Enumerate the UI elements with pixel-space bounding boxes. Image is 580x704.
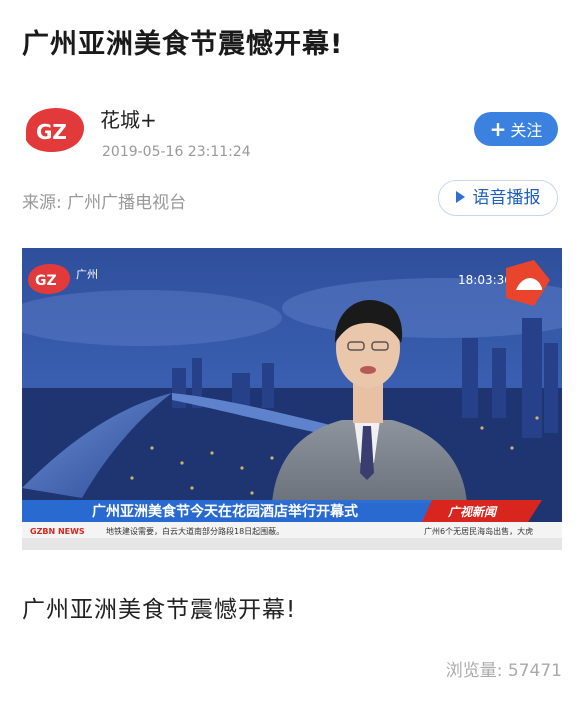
program-name: 广视新闻 bbox=[447, 505, 498, 519]
logo-text: GZ bbox=[36, 120, 67, 144]
news-video[interactable]: GZ 广州 18:03:36 广州亚洲美食节今天在花园酒店举行开幕式 广视新闻 … bbox=[22, 248, 562, 550]
voice-broadcast-button[interactable]: 语音播报 bbox=[438, 180, 558, 216]
article-body: 广州亚洲美食节震憾开幕! bbox=[22, 597, 297, 623]
play-icon bbox=[455, 191, 465, 203]
svg-text:GZ: GZ bbox=[35, 273, 57, 289]
svg-text:广州: 广州 bbox=[76, 268, 98, 281]
channel-logo[interactable]: GZ bbox=[22, 106, 86, 156]
follow-button[interactable]: + 关注 bbox=[474, 112, 558, 146]
voice-label: 语音播报 bbox=[472, 188, 541, 208]
author-name[interactable]: 花城+ bbox=[100, 104, 157, 133]
source-text: 来源: 广州广播电视台 bbox=[22, 193, 187, 213]
video-clock: 18:03:36 bbox=[458, 273, 512, 287]
video-frame: GZ 广州 18:03:36 广州亚洲美食节今天在花园酒店举行开幕式 广视新闻 … bbox=[22, 248, 562, 550]
ticker-brand: GZBN NEWS bbox=[30, 527, 85, 536]
source-row: 来源: 广州广播电视台 语音播报 bbox=[22, 180, 562, 220]
author-row: GZ 花城+ 2019-05-16 23:11:24 + 关注 bbox=[22, 98, 562, 168]
ticker-right: 广州6个无居民海岛出售，大虎 bbox=[424, 526, 533, 536]
video-headline: 广州亚洲美食节今天在花园酒店举行开幕式 bbox=[92, 503, 358, 520]
follow-label: 关注 bbox=[510, 121, 543, 140]
publish-time: 2019-05-16 23:11:24 bbox=[102, 144, 251, 160]
article-title: 广州亚洲美食节震憾开幕! bbox=[22, 29, 344, 60]
view-count: 浏览量: 57471 bbox=[445, 661, 562, 681]
plus-icon: + bbox=[489, 117, 507, 141]
ticker-left: 地铁建设需要，白云大道南部分路段18日起围蔽。 bbox=[106, 526, 284, 536]
